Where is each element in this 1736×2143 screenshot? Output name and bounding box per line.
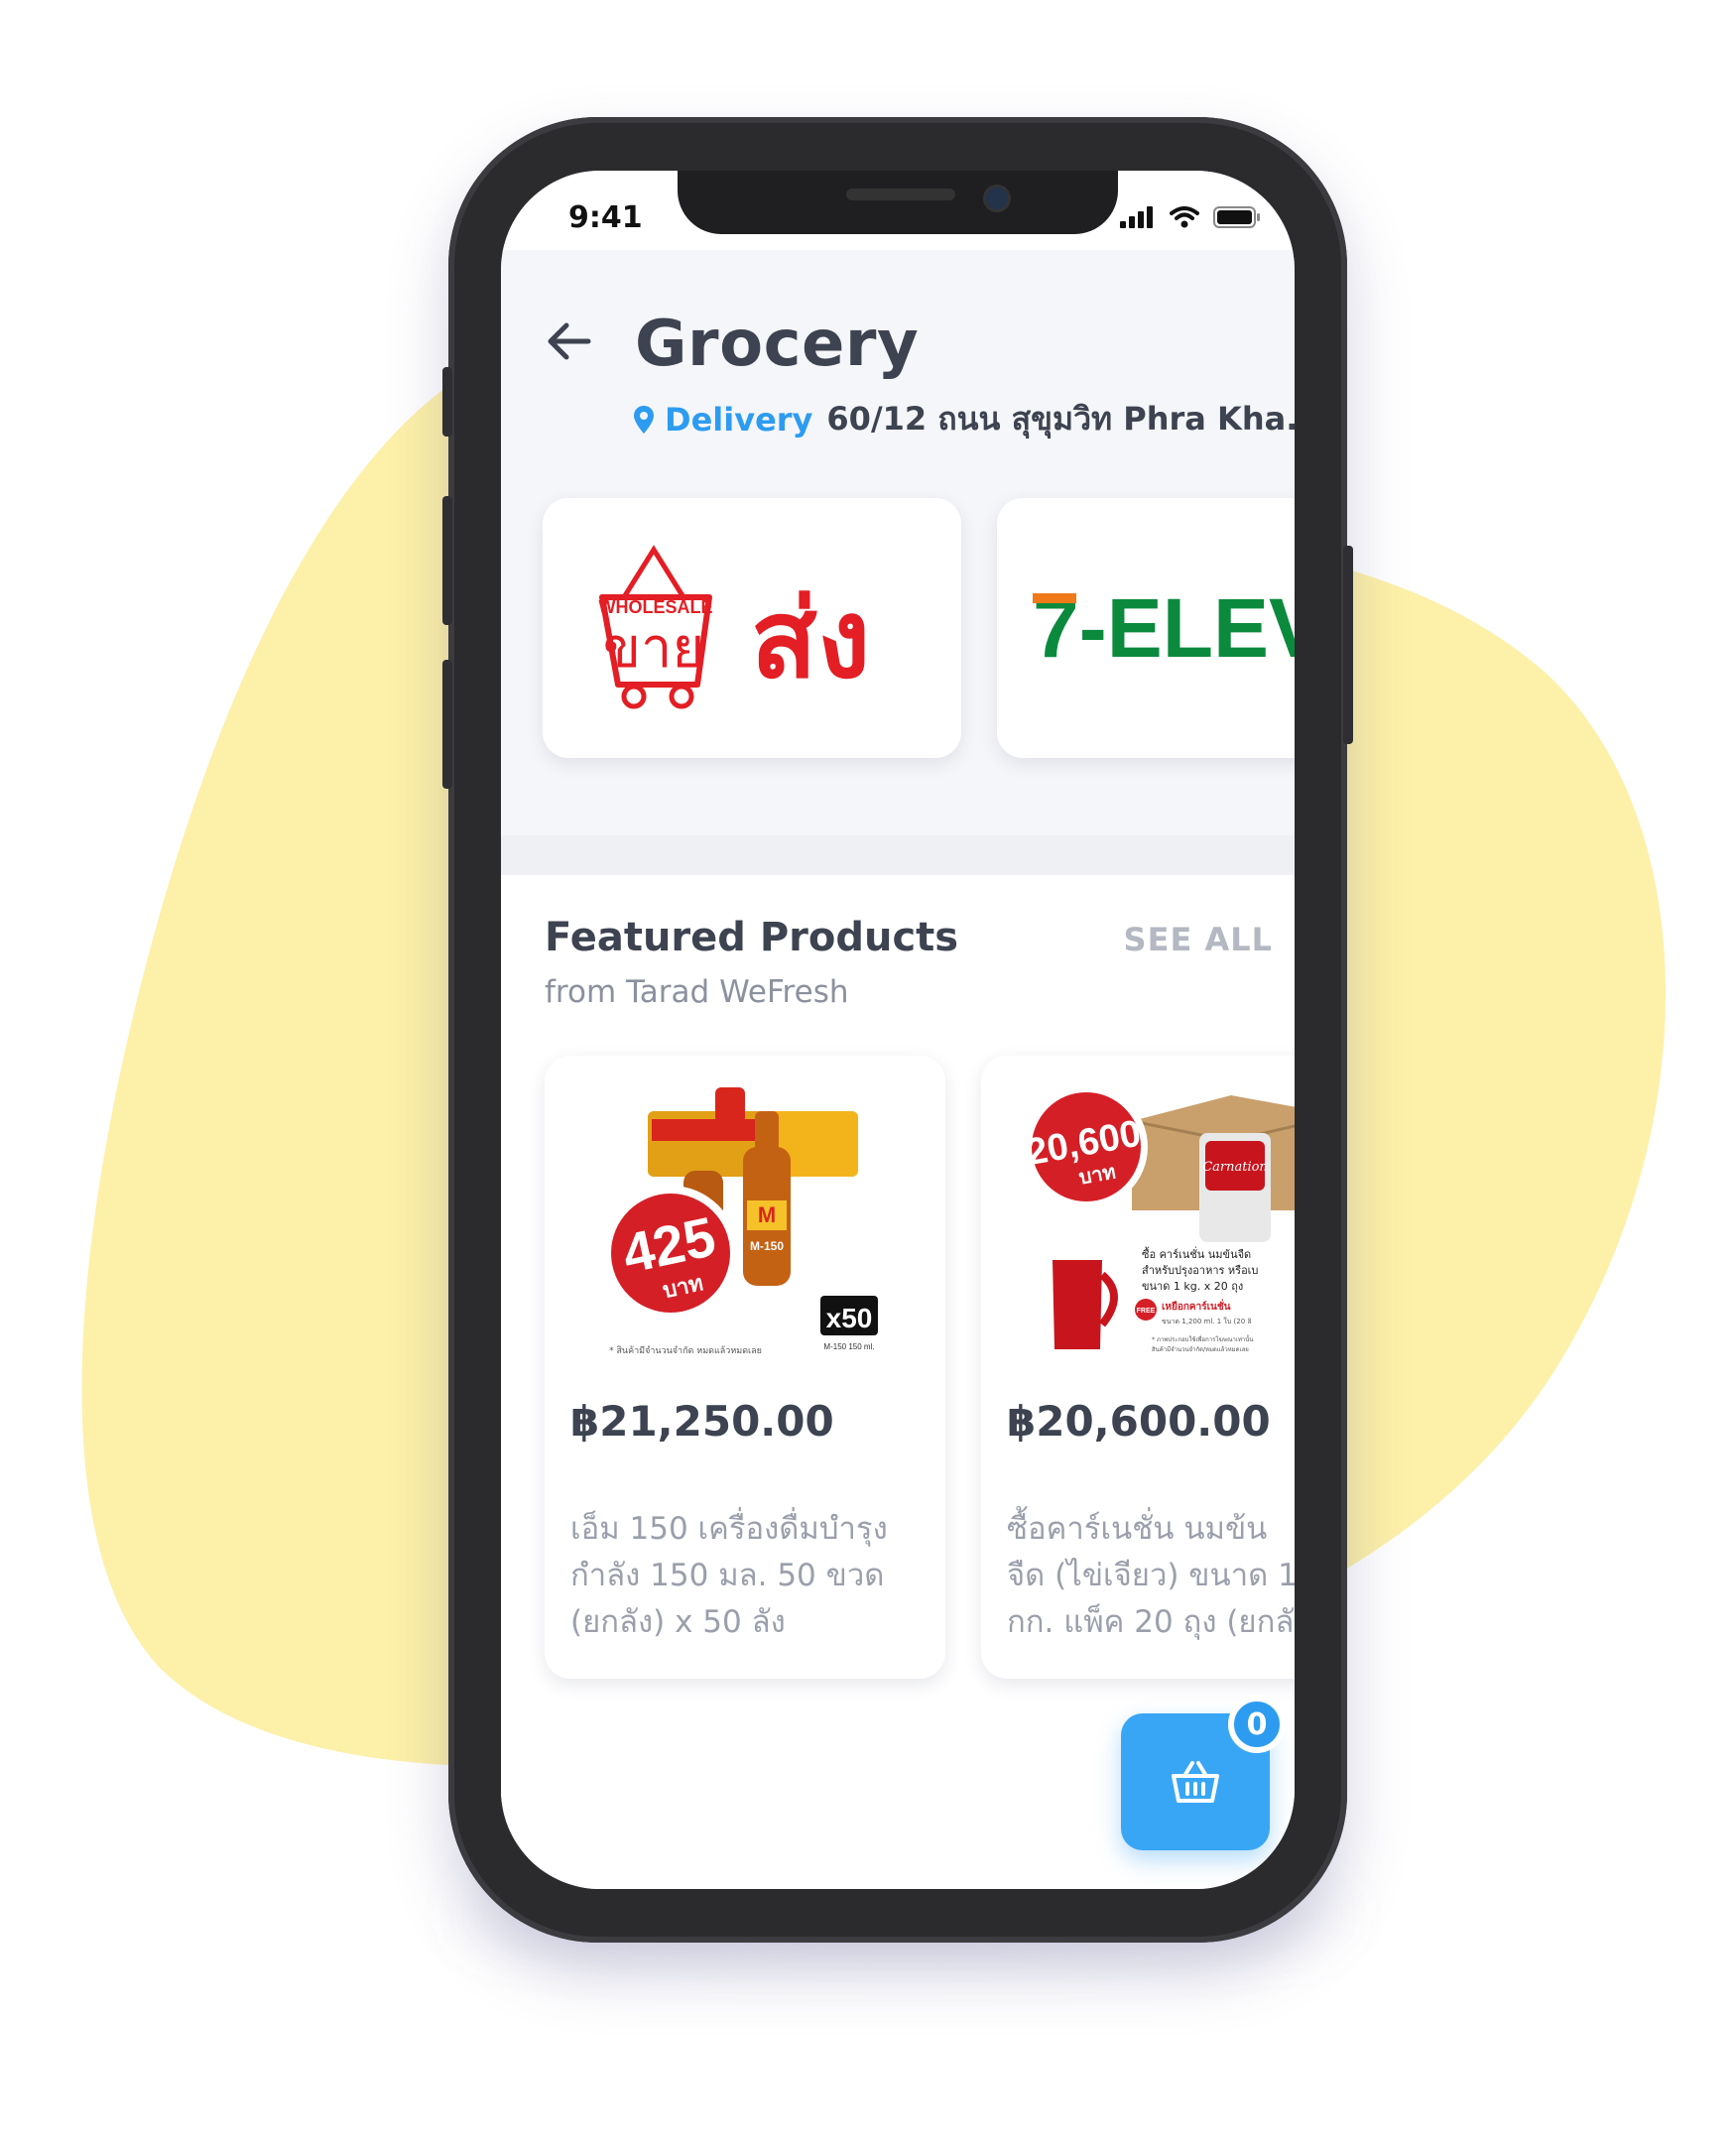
product-description: ซื้อคาร์เนชั่น นมข้น จืด (ไข่เจียว) ขนาด… <box>1007 1511 1295 1640</box>
page-title: Grocery <box>635 308 920 381</box>
status-time: 9:41 <box>568 200 643 235</box>
wholesale-logo-small-text: WHOLESALE <box>599 597 713 617</box>
section-divider <box>501 835 1295 875</box>
battery-icon <box>1213 206 1260 228</box>
phone-power-button <box>1343 546 1353 744</box>
carnation-free-note: ขนาด 1,200 ml. 1 ใบ (20 ลิ <box>1162 1317 1252 1325</box>
front-camera <box>983 185 1011 212</box>
header-section: Grocery Delivery 60/12 ถนน สุขุมวิท Phra… <box>501 250 1295 835</box>
store-card-wholesale[interactable]: WHOLESALE ขาย ส่ง <box>543 498 961 758</box>
m150-model-label: M-150 <box>750 1239 784 1253</box>
delivery-address[interactable]: Delivery 60/12 ถนน สุขุมวิท Phra Kha... <box>633 394 1295 444</box>
featured-subtitle: from Tarad WeFresh <box>545 974 849 1010</box>
cart-count-badge: 0 <box>1228 1696 1286 1753</box>
carnation-promo-line-2: สำหรับปรุงอาหาร หรือเบ <box>1142 1264 1258 1277</box>
phone-screen: 9:41 Grocery Delivery 60/12 ถนน สุขุมวิท… <box>501 171 1295 1889</box>
delivery-label: Delivery <box>665 400 813 439</box>
status-icons <box>1120 206 1261 228</box>
seven-eleven-logo: 7-ELEVEN <box>1033 581 1295 675</box>
carnation-free-text: เหยือกคาร์เนชั่น <box>1162 1299 1231 1313</box>
carnation-promo-line-3: ขนาด 1 kg. x 20 ถุง <box>1142 1280 1243 1293</box>
m150-pack-note: M-150 150 ml. <box>823 1342 874 1351</box>
notch <box>678 171 1118 234</box>
wifi-icon <box>1170 206 1199 228</box>
delivery-address-text: 60/12 ถนน สุขุมวิท Phra Kha... <box>826 400 1295 438</box>
see-all-link[interactable]: SEE ALL <box>1124 921 1273 958</box>
store-card-7eleven[interactable]: 7-ELEVEN <box>997 498 1295 758</box>
status-bar: 9:41 <box>501 171 1295 250</box>
featured-title: Featured Products <box>545 915 959 960</box>
signal-icon <box>1120 206 1153 228</box>
location-pin-icon <box>634 405 654 434</box>
phone-volume-up <box>442 496 452 625</box>
basket-icon <box>1172 1761 1219 1803</box>
carnation-fine-print-1: * ภาพประกอบใช้เพื่อการโฆษณาเท่านั้น <box>1152 1333 1253 1343</box>
wholesale-logo-thai-2: ส่ง <box>751 575 871 702</box>
product-price: ฿20,600.00 <box>1007 1397 1271 1446</box>
back-button[interactable] <box>539 312 598 371</box>
carnation-free-label: FREE <box>1137 1308 1156 1315</box>
wholesale-logo-thai-1: ขาย <box>603 616 705 681</box>
product-price: ฿21,250.00 <box>570 1397 834 1446</box>
m150-brand-mark: M <box>758 1202 776 1227</box>
m150-fine-print: * สินค้ามีจำนวนจำกัด หมดแล้วหมดเลย <box>609 1345 762 1356</box>
product-card[interactable]: Carnation 20,600 บาท ซื้อ คาร์เนชั่น นมข… <box>981 1056 1295 1679</box>
product-card[interactable]: M M-150 425 บาท x50 M-150 150 ml. * สินค… <box>545 1056 945 1679</box>
product-description: เอ็ม 150 เครื่องดื่มบำรุง กำลัง 150 มล. … <box>570 1511 888 1640</box>
carnation-fine-print-2: สินค้ามีจำนวนจำกัด/หมดแล้วหมดเลย <box>1152 1345 1249 1353</box>
m150-pack-label: x50 <box>826 1303 873 1333</box>
phone-mute-switch <box>442 367 452 437</box>
product-image-m150: M M-150 425 บาท x50 M-150 150 ml. * สินค… <box>603 1087 878 1356</box>
wholesale-logo: WHOLESALE ขาย ส่ง <box>599 545 871 709</box>
carnation-brand-label: Carnation <box>1202 1160 1268 1175</box>
carnation-promo-line-1: ซื้อ คาร์เนชั่น นมข้นจืด <box>1142 1246 1251 1261</box>
speaker-grille <box>846 189 955 200</box>
arrow-left-icon <box>548 322 591 360</box>
product-image-carnation: Carnation 20,600 บาท ซื้อ คาร์เนชั่น นมข… <box>1023 1085 1295 1353</box>
phone-volume-down <box>442 660 452 789</box>
